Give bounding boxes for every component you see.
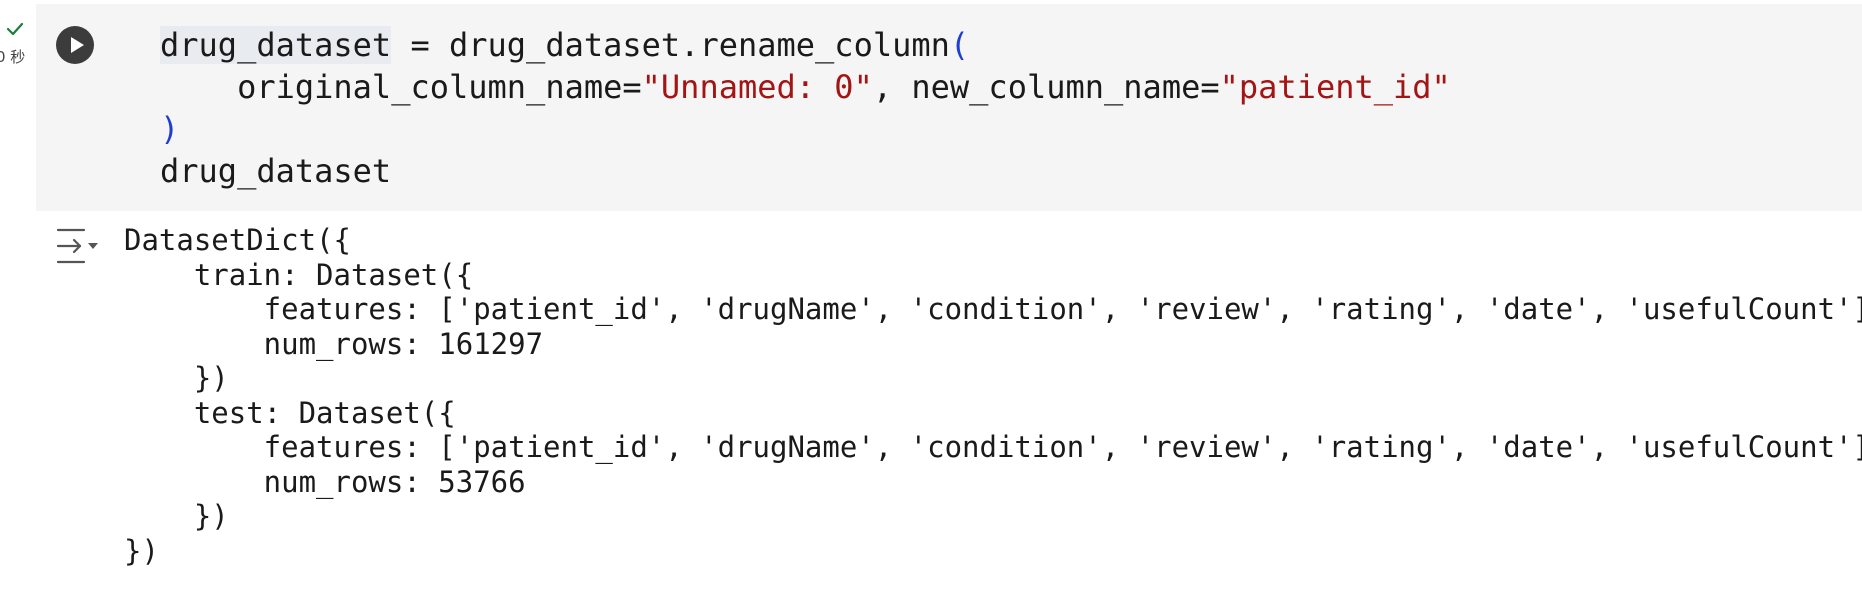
run-cell-button[interactable] [56, 26, 94, 64]
close-paren: ) [160, 110, 180, 148]
check-icon [6, 22, 24, 36]
output-line: }) [124, 361, 229, 395]
code-line-4[interactable]: drug_dataset [160, 150, 391, 192]
output-line: features: ['patient_id', 'drugName', 'co… [124, 430, 1862, 464]
execution-time: 0 秒 [0, 48, 26, 66]
output-line: features: ['patient_id', 'drugName', 'co… [124, 292, 1862, 326]
output-line: }) [124, 499, 229, 533]
output-line: num_rows: 53766 [124, 464, 526, 499]
cell-output: DatasetDict({ train: Dataset({ features:… [124, 223, 1862, 568]
cell-gutter: 0 秒 [0, 0, 36, 592]
code-cell[interactable]: drug_dataset = drug_dataset.rename_colum… [36, 4, 1862, 211]
output-line: num_rows: 161297 [124, 326, 544, 361]
code-line-1[interactable]: drug_dataset = drug_dataset.rename_colum… [160, 24, 969, 66]
code-arg-new: new_column_name= [911, 68, 1220, 106]
open-paren: ( [949, 26, 970, 64]
output-line: train: Dataset({ [124, 257, 474, 292]
code-line-3[interactable]: ) [160, 108, 179, 150]
play-icon [71, 37, 84, 53]
code-line-2[interactable]: original_column_name="Unnamed: 0", new_c… [160, 66, 1451, 108]
output-line: DatasetDict({ [124, 223, 351, 257]
code-string-original: "Unnamed: 0" [641, 68, 873, 106]
code-separator: , [872, 68, 912, 106]
code-variable: drug_dataset [160, 26, 392, 64]
output-toggle-icon[interactable] [55, 226, 101, 266]
output-line: }) [124, 533, 159, 568]
code-text: = drug_dataset.rename_column [391, 26, 950, 64]
output-line: test: Dataset({ [124, 395, 456, 430]
code-expression: drug_dataset [160, 152, 392, 190]
code-arg-original: original_column_name= [237, 68, 642, 106]
code-string-new: "patient_id" [1219, 68, 1451, 106]
